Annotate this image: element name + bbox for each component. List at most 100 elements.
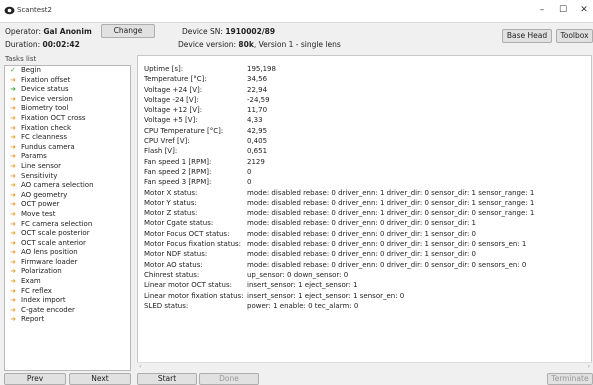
status-value: mode: disabled rebase: 0 driver_enn: 1 d… bbox=[247, 209, 535, 218]
task-item[interactable]: ➜ Move test bbox=[5, 210, 130, 220]
task-label: Fundus camera bbox=[21, 142, 75, 151]
task-label: Fixation check bbox=[21, 123, 72, 132]
task-item[interactable]: ➜ Device version bbox=[5, 95, 130, 105]
arrow-right-icon: ➜ bbox=[10, 161, 16, 170]
task-label: Polarization bbox=[21, 267, 62, 276]
arrow-right-icon: ➜ bbox=[10, 123, 16, 132]
status-row: Chinrest status: up_sensor: 0 down_sensor… bbox=[144, 270, 534, 280]
toolbox-button[interactable]: Toolbox bbox=[556, 29, 593, 43]
task-item[interactable]: ➜ Fundus camera bbox=[5, 143, 130, 153]
task-label: FC reflex bbox=[21, 286, 52, 295]
status-value: mode: disabled rebase: 0 driver_enn: 0 d… bbox=[247, 240, 527, 249]
minimize-button[interactable]: – bbox=[533, 2, 551, 19]
task-item[interactable]: ➜ Fixation offset bbox=[5, 76, 130, 86]
next-button[interactable]: Next bbox=[69, 373, 131, 385]
status-row: CPU Vref [V]: 0,405 bbox=[144, 136, 534, 146]
scroll-right-icon[interactable]: › bbox=[588, 363, 590, 370]
arrow-right-icon: ➜ bbox=[10, 113, 16, 122]
maximize-button[interactable]: ☐ bbox=[554, 2, 572, 19]
title-bar: Scantest2 – ☐ ✕ bbox=[0, 0, 593, 23]
task-item[interactable]: ➜ Params bbox=[5, 152, 130, 162]
status-key: Fan speed 1 [RPM]: bbox=[144, 157, 212, 166]
task-label: Begin bbox=[21, 66, 41, 74]
horizontal-scrollbar[interactable]: ‹ › bbox=[137, 362, 592, 372]
task-items: ✓ Begin ➜ Fixation offset ➜ Device status ➜ Dev… bbox=[5, 66, 130, 325]
arrow-right-icon: ➜ bbox=[10, 315, 16, 324]
status-value: 0,405 bbox=[247, 137, 268, 146]
arrow-right-icon: ➜ bbox=[10, 305, 16, 314]
task-item[interactable]: ➜ AO camera selection bbox=[5, 181, 130, 191]
arrow-right-icon: ➜ bbox=[10, 190, 16, 199]
task-item[interactable]: ➜ FC camera selection bbox=[5, 220, 130, 230]
task-item[interactable]: ➜ OCT power bbox=[5, 200, 130, 210]
task-item[interactable]: ➜ Index import bbox=[5, 296, 130, 306]
status-row: Fan speed 2 [RPM]: 0 bbox=[144, 167, 534, 177]
task-item[interactable]: ➜ Polarization bbox=[5, 267, 130, 277]
status-value: insert_sensor: 1 eject_sensor: 1 sensor_… bbox=[247, 291, 405, 300]
prev-button[interactable]: Prev bbox=[4, 373, 66, 385]
arrow-right-icon: ➜ bbox=[10, 209, 16, 218]
task-item[interactable]: ➜ Fixation check bbox=[5, 124, 130, 134]
task-item[interactable]: ✓ Begin bbox=[5, 66, 130, 76]
status-key: Linear motor OCT status: bbox=[144, 281, 232, 290]
status-value: mode: disabled rebase: 0 driver_enn: 0 d… bbox=[247, 260, 527, 269]
close-button[interactable]: ✕ bbox=[575, 2, 593, 19]
task-item[interactable]: ➜ AO lens position bbox=[5, 248, 130, 258]
operator-name: Gal Anonim bbox=[43, 27, 92, 36]
status-row: Motor Focus fixation status: mode: disabl… bbox=[144, 239, 534, 249]
status-row: Motor Focus OCT status: mode: disabled re… bbox=[144, 229, 534, 239]
task-item[interactable]: ➜ Report bbox=[5, 315, 130, 325]
task-item[interactable]: ➜ C-gate encoder bbox=[5, 306, 130, 316]
task-label: Fixation offset bbox=[21, 75, 71, 84]
status-value: 195,198 bbox=[247, 65, 276, 73]
arrow-right-icon: ➜ bbox=[10, 229, 16, 238]
status-key: Fan speed 3 [RPM]: bbox=[144, 178, 212, 187]
arrow-right-icon: ➜ bbox=[10, 286, 16, 295]
task-item[interactable]: ➜ FC reflex bbox=[5, 287, 130, 297]
arrow-right-icon: ➜ bbox=[10, 219, 16, 228]
duration-value: 00:02:42 bbox=[42, 40, 80, 49]
terminate-button[interactable]: Terminate bbox=[547, 373, 593, 385]
task-item[interactable]: ➜ Line sensor bbox=[5, 162, 130, 172]
task-item[interactable]: ➜ OCT scale anterior bbox=[5, 239, 130, 249]
task-item[interactable]: ➜ Firmware loader bbox=[5, 258, 130, 268]
task-item[interactable]: ➜ Exam bbox=[5, 277, 130, 287]
status-key: Motor X status: bbox=[144, 188, 198, 197]
task-item[interactable]: ➜ OCT scale posterior bbox=[5, 229, 130, 239]
arrow-right-icon: ➜ bbox=[10, 152, 16, 161]
base-head-button[interactable]: Base Head bbox=[502, 29, 552, 43]
task-label: FC cleanness bbox=[21, 133, 68, 142]
device-version-suffix: , Version 1 - single lens bbox=[253, 40, 341, 49]
status-value: mode: disabled rebase: 0 driver_enn: 1 d… bbox=[247, 188, 535, 197]
status-key: Motor NDF status: bbox=[144, 250, 208, 259]
arrow-right-icon: ➜ bbox=[10, 277, 16, 286]
task-item[interactable]: ➜ Device status bbox=[5, 85, 130, 95]
start-button[interactable]: Start bbox=[137, 373, 197, 385]
device-version-label: Device version: bbox=[178, 40, 237, 49]
task-label: Device status bbox=[21, 85, 69, 94]
operator-info: Operator: Gal Anonim bbox=[5, 27, 92, 36]
scroll-left-icon[interactable]: ‹ bbox=[139, 363, 141, 370]
tasks-list: ✓ Begin ➜ Fixation offset ➜ Device status ➜ Dev… bbox=[4, 65, 131, 371]
done-button[interactable]: Done bbox=[199, 373, 259, 385]
operator-label: Operator: bbox=[5, 27, 41, 36]
task-label: Params bbox=[21, 152, 47, 161]
task-item[interactable]: ➜ AO geometry bbox=[5, 191, 130, 201]
status-value: -24,59 bbox=[247, 95, 270, 104]
device-sn-label: Device SN: bbox=[182, 27, 223, 36]
task-item[interactable]: ➜ Fixation OCT cross bbox=[5, 114, 130, 124]
task-label: FC camera selection bbox=[21, 219, 93, 228]
status-value: 22,94 bbox=[247, 85, 268, 94]
app-logo-icon bbox=[4, 6, 15, 15]
status-value: mode: disabled rebase: 0 driver_enn: 0 d… bbox=[247, 250, 477, 259]
task-label: AO camera selection bbox=[21, 181, 94, 190]
task-item[interactable]: ➜ FC cleanness bbox=[5, 133, 130, 143]
status-key: Temperature [°C]: bbox=[144, 75, 207, 84]
task-item[interactable]: ➜ Sensitivity bbox=[5, 172, 130, 182]
change-operator-button[interactable]: Change bbox=[101, 24, 155, 38]
task-label: Move test bbox=[21, 209, 56, 218]
task-label: AO geometry bbox=[21, 190, 68, 199]
arrow-right-icon: ➜ bbox=[10, 75, 16, 84]
status-row: Motor X status: mode: disabled rebase: 0 … bbox=[144, 188, 534, 198]
task-item[interactable]: ➜ Biometry tool bbox=[5, 104, 130, 114]
